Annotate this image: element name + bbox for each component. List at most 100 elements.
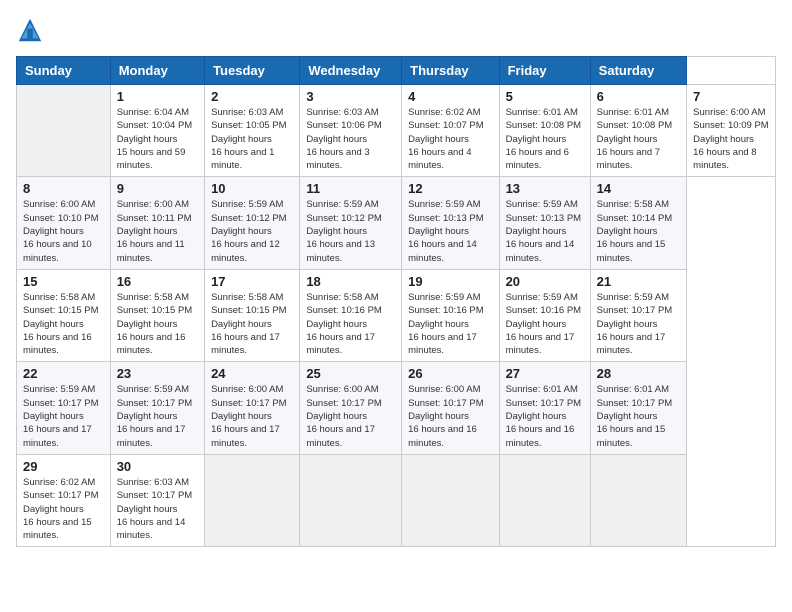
day-detail: Sunrise: 6:02 AM Sunset: 10:07 PM Daylig… [408,106,492,172]
day-detail: Sunrise: 5:59 AM Sunset: 10:17 PM Daylig… [117,383,198,449]
day-detail: Sunrise: 5:58 AM Sunset: 10:15 PM Daylig… [23,291,104,357]
calendar-cell: 3 Sunrise: 6:03 AM Sunset: 10:06 PM Dayl… [300,85,402,177]
calendar-cell: 5 Sunrise: 6:01 AM Sunset: 10:08 PM Dayl… [499,85,590,177]
calendar-cell: 9 Sunrise: 6:00 AM Sunset: 10:11 PM Dayl… [110,177,204,269]
calendar-week-row: 1 Sunrise: 6:04 AM Sunset: 10:04 PM Dayl… [17,85,776,177]
calendar-cell: 26 Sunrise: 6:00 AM Sunset: 10:17 PM Day… [402,362,499,454]
page-header [16,16,776,44]
day-number: 18 [306,274,395,289]
calendar-cell: 19 Sunrise: 5:59 AM Sunset: 10:16 PM Day… [402,269,499,361]
calendar-cell: 8 Sunrise: 6:00 AM Sunset: 10:10 PM Dayl… [17,177,111,269]
day-number: 24 [211,366,293,381]
calendar-header-wednesday: Wednesday [300,57,402,85]
day-detail: Sunrise: 5:59 AM Sunset: 10:12 PM Daylig… [211,198,293,264]
day-number: 8 [23,181,104,196]
calendar-week-row: 29 Sunrise: 6:02 AM Sunset: 10:17 PM Day… [17,454,776,546]
calendar-cell: 24 Sunrise: 6:00 AM Sunset: 10:17 PM Day… [205,362,300,454]
day-detail: Sunrise: 6:01 AM Sunset: 10:08 PM Daylig… [597,106,681,172]
day-detail: Sunrise: 6:02 AM Sunset: 10:17 PM Daylig… [23,476,104,542]
calendar-cell: 25 Sunrise: 6:00 AM Sunset: 10:17 PM Day… [300,362,402,454]
day-number: 17 [211,274,293,289]
day-number: 27 [506,366,584,381]
calendar-cell: 29 Sunrise: 6:02 AM Sunset: 10:17 PM Day… [17,454,111,546]
calendar-table: SundayMondayTuesdayWednesdayThursdayFrid… [16,56,776,547]
calendar-cell [205,454,300,546]
logo [16,16,50,44]
day-number: 25 [306,366,395,381]
calendar-header-friday: Friday [499,57,590,85]
day-detail: Sunrise: 6:00 AM Sunset: 10:10 PM Daylig… [23,198,104,264]
calendar-cell: 28 Sunrise: 6:01 AM Sunset: 10:17 PM Day… [590,362,687,454]
calendar-header-sunday: Sunday [17,57,111,85]
calendar-cell [590,454,687,546]
day-number: 22 [23,366,104,381]
day-detail: Sunrise: 5:59 AM Sunset: 10:16 PM Daylig… [506,291,584,357]
day-detail: Sunrise: 6:03 AM Sunset: 10:06 PM Daylig… [306,106,395,172]
logo-icon [16,16,44,44]
calendar-cell [17,85,111,177]
calendar-cell: 23 Sunrise: 5:59 AM Sunset: 10:17 PM Day… [110,362,204,454]
day-number: 15 [23,274,104,289]
calendar-cell [499,454,590,546]
day-number: 16 [117,274,198,289]
day-detail: Sunrise: 5:59 AM Sunset: 10:17 PM Daylig… [23,383,104,449]
day-detail: Sunrise: 6:00 AM Sunset: 10:11 PM Daylig… [117,198,198,264]
day-detail: Sunrise: 6:01 AM Sunset: 10:17 PM Daylig… [597,383,681,449]
calendar-cell: 14 Sunrise: 5:58 AM Sunset: 10:14 PM Day… [590,177,687,269]
day-detail: Sunrise: 5:58 AM Sunset: 10:15 PM Daylig… [211,291,293,357]
day-number: 20 [506,274,584,289]
calendar-cell: 16 Sunrise: 5:58 AM Sunset: 10:15 PM Day… [110,269,204,361]
calendar-cell: 4 Sunrise: 6:02 AM Sunset: 10:07 PM Dayl… [402,85,499,177]
day-number: 30 [117,459,198,474]
calendar-header-tuesday: Tuesday [205,57,300,85]
calendar-cell: 21 Sunrise: 5:59 AM Sunset: 10:17 PM Day… [590,269,687,361]
calendar-cell: 6 Sunrise: 6:01 AM Sunset: 10:08 PM Dayl… [590,85,687,177]
day-detail: Sunrise: 6:04 AM Sunset: 10:04 PM Daylig… [117,106,198,172]
day-detail: Sunrise: 6:01 AM Sunset: 10:17 PM Daylig… [506,383,584,449]
day-detail: Sunrise: 6:03 AM Sunset: 10:17 PM Daylig… [117,476,198,542]
calendar-cell [402,454,499,546]
day-detail: Sunrise: 5:58 AM Sunset: 10:14 PM Daylig… [597,198,681,264]
day-detail: Sunrise: 5:59 AM Sunset: 10:16 PM Daylig… [408,291,492,357]
day-detail: Sunrise: 5:59 AM Sunset: 10:12 PM Daylig… [306,198,395,264]
day-number: 5 [506,89,584,104]
day-number: 6 [597,89,681,104]
day-detail: Sunrise: 6:01 AM Sunset: 10:08 PM Daylig… [506,106,584,172]
day-number: 2 [211,89,293,104]
calendar-week-row: 22 Sunrise: 5:59 AM Sunset: 10:17 PM Day… [17,362,776,454]
day-number: 23 [117,366,198,381]
day-detail: Sunrise: 5:59 AM Sunset: 10:17 PM Daylig… [597,291,681,357]
day-number: 10 [211,181,293,196]
day-number: 12 [408,181,492,196]
calendar-header-thursday: Thursday [402,57,499,85]
day-number: 1 [117,89,198,104]
calendar-week-row: 15 Sunrise: 5:58 AM Sunset: 10:15 PM Day… [17,269,776,361]
day-detail: Sunrise: 5:59 AM Sunset: 10:13 PM Daylig… [408,198,492,264]
day-number: 3 [306,89,395,104]
day-detail: Sunrise: 6:00 AM Sunset: 10:17 PM Daylig… [211,383,293,449]
day-number: 11 [306,181,395,196]
day-number: 26 [408,366,492,381]
day-detail: Sunrise: 6:03 AM Sunset: 10:05 PM Daylig… [211,106,293,172]
calendar-cell: 2 Sunrise: 6:03 AM Sunset: 10:05 PM Dayl… [205,85,300,177]
calendar-cell: 7 Sunrise: 6:00 AM Sunset: 10:09 PM Dayl… [687,85,776,177]
day-detail: Sunrise: 6:00 AM Sunset: 10:09 PM Daylig… [693,106,769,172]
day-number: 9 [117,181,198,196]
day-number: 29 [23,459,104,474]
calendar-cell: 1 Sunrise: 6:04 AM Sunset: 10:04 PM Dayl… [110,85,204,177]
calendar-header-saturday: Saturday [590,57,687,85]
day-detail: Sunrise: 6:00 AM Sunset: 10:17 PM Daylig… [306,383,395,449]
day-detail: Sunrise: 5:58 AM Sunset: 10:16 PM Daylig… [306,291,395,357]
calendar-cell: 22 Sunrise: 5:59 AM Sunset: 10:17 PM Day… [17,362,111,454]
calendar-cell: 13 Sunrise: 5:59 AM Sunset: 10:13 PM Day… [499,177,590,269]
calendar-cell: 18 Sunrise: 5:58 AM Sunset: 10:16 PM Day… [300,269,402,361]
calendar-header-row: SundayMondayTuesdayWednesdayThursdayFrid… [17,57,776,85]
calendar-cell: 27 Sunrise: 6:01 AM Sunset: 10:17 PM Day… [499,362,590,454]
calendar-cell: 10 Sunrise: 5:59 AM Sunset: 10:12 PM Day… [205,177,300,269]
day-detail: Sunrise: 5:59 AM Sunset: 10:13 PM Daylig… [506,198,584,264]
calendar-header-monday: Monday [110,57,204,85]
calendar-cell [300,454,402,546]
day-number: 28 [597,366,681,381]
day-number: 14 [597,181,681,196]
day-detail: Sunrise: 6:00 AM Sunset: 10:17 PM Daylig… [408,383,492,449]
